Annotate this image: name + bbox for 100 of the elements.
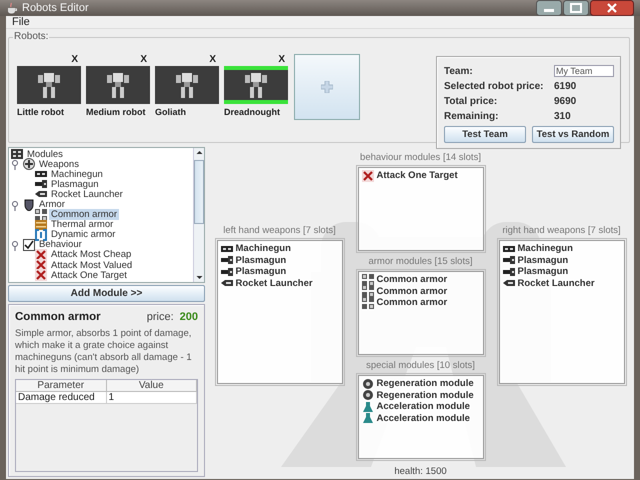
tree-category[interactable]: Weapons: [37, 158, 81, 170]
bracket-icon: [35, 228, 47, 241]
slot-group-title: behaviour modules [14 slots]: [360, 152, 481, 163]
robot-name: Medium robot: [86, 107, 146, 117]
health-value: health: 1500: [394, 466, 447, 477]
shield-icon: [23, 198, 35, 211]
table-cell: Damage reduced: [16, 392, 106, 404]
scroll-up-icon[interactable]: [194, 148, 204, 157]
tree-category[interactable]: Armor: [37, 199, 67, 210]
tree-item[interactable]: Rocket Launcher: [49, 188, 125, 200]
installed-module[interactable]: Plasmagun: [518, 254, 568, 266]
robot-drawing: [106, 71, 130, 99]
gun-icon: [220, 266, 232, 278]
module-name: Common armor: [15, 311, 102, 323]
window-title: Robots Editor: [22, 2, 89, 14]
gun-icon: [220, 254, 232, 266]
team-name-field[interactable]: My Team: [554, 65, 614, 77]
table-cell: 1: [106, 392, 197, 404]
robot-drawing: [37, 71, 61, 99]
installed-module[interactable]: Acceleration module: [376, 401, 470, 412]
installed-module[interactable]: Rocket Launcher: [236, 278, 313, 289]
installed-module[interactable]: Machinegun: [236, 243, 291, 254]
installed-module[interactable]: Attack One Target: [376, 170, 458, 182]
scroll-down-icon[interactable]: [194, 273, 204, 282]
checkbox-icon: [23, 238, 35, 251]
gear-icon: [362, 389, 374, 402]
tree-item[interactable]: Thermal armor: [49, 219, 116, 230]
installed-module[interactable]: Plasmagun: [236, 254, 286, 266]
slot-group-title: right hand weapons [7 slots]: [502, 225, 621, 236]
vertical-scrollbar[interactable]: [193, 148, 204, 282]
robot-drawing: [244, 71, 268, 99]
stat-label: Remaining:: [444, 111, 500, 122]
flask-icon: [362, 400, 374, 413]
stat-value: 9690: [554, 96, 578, 107]
tree-item[interactable]: Plasmagun: [49, 178, 101, 190]
tree-item[interactable]: Common armor: [49, 209, 119, 220]
tree-item[interactable]: Attack Most Cheap: [49, 249, 134, 260]
remove-robot-button[interactable]: X: [278, 54, 288, 66]
remove-robot-button[interactable]: X: [140, 54, 150, 66]
installed-module[interactable]: Regeneration module: [376, 378, 474, 390]
stat-label: Total price:: [444, 96, 498, 107]
stat-label: Selected robot price:: [444, 81, 544, 92]
tree-item[interactable]: Dynamic armor: [49, 229, 118, 240]
robot-drawing: [175, 71, 199, 99]
robot-name: Goliath: [155, 107, 187, 117]
installed-module[interactable]: Plasmagun: [236, 266, 286, 278]
slot-group-title: armor modules [15 slots]: [368, 256, 472, 267]
installed-module[interactable]: Plasmagun: [518, 266, 568, 278]
robot-thumbnail[interactable]: [17, 66, 81, 104]
stat-value: 6190: [554, 81, 578, 92]
minimize-button[interactable]: [536, 0, 562, 16]
installed-module[interactable]: Machinegun: [518, 243, 573, 254]
column-header: Value: [106, 380, 197, 392]
remove-robot-button[interactable]: X: [71, 54, 81, 66]
group-label: Robots:: [13, 31, 50, 42]
armor-plate-icon: [35, 218, 47, 231]
tree-category[interactable]: Behaviour: [37, 239, 84, 250]
installed-module[interactable]: Acceleration module: [376, 412, 470, 424]
price-value: 200: [180, 311, 198, 323]
installed-module[interactable]: Common armor: [376, 297, 448, 308]
installed-module[interactable]: Regeneration module: [376, 390, 474, 401]
installed-module[interactable]: Rocket Launcher: [518, 278, 595, 289]
module-description: Simple armor, absorbs 1 point of damage, which make it a grate choice against machineguns (can't absorb all damage - 1 hit point is minimum damage): [15, 328, 193, 376]
robot-name: Dreadnought: [224, 107, 281, 117]
gear-icon: [362, 378, 374, 390]
test-button[interactable]: Test Team: [444, 126, 526, 143]
tree-root[interactable]: Modules: [25, 148, 65, 160]
gun-icon: [502, 254, 514, 266]
tree-item[interactable]: Attack Most Valued: [49, 260, 134, 271]
tree-item[interactable]: Machinegun: [49, 168, 105, 180]
robot-thumbnail[interactable]: [86, 66, 150, 104]
close-button[interactable]: [590, 0, 634, 16]
installed-module[interactable]: Common armor: [376, 286, 448, 297]
remove-robot-button[interactable]: X: [209, 54, 219, 66]
java-cup-icon: [6, 2, 18, 14]
tree-item[interactable]: Attack One Target: [49, 270, 129, 281]
price-label: price:: [146, 311, 174, 323]
slot-group-title: special modules [10 slots]: [366, 360, 475, 371]
robot-thumbnail[interactable]: [224, 66, 288, 104]
column-header: Parameter: [16, 380, 106, 392]
armor-plate-icon: [362, 296, 374, 309]
team-label: Team:: [444, 66, 474, 76]
expanded-toggle-icon[interactable]: [11, 158, 21, 170]
armor-plate-icon: [362, 274, 374, 286]
installed-module[interactable]: Common armor: [376, 274, 448, 286]
grid-icon: [11, 148, 23, 160]
gun-icon: [35, 178, 47, 190]
plus-icon: [321, 81, 333, 93]
menu-item[interactable]: File: [9, 16, 33, 28]
robot-thumbnail[interactable]: [155, 66, 219, 104]
expanded-toggle-icon[interactable]: [11, 238, 21, 251]
expanded-toggle-icon[interactable]: [11, 198, 21, 211]
test-button[interactable]: Test vs Random: [532, 126, 614, 143]
gun-icon: [502, 266, 514, 278]
gun-sight-icon: [23, 158, 35, 170]
maximize-button[interactable]: [563, 0, 589, 16]
stat-value: 310: [554, 111, 572, 122]
add-module-button[interactable]: Add Module >>: [8, 285, 205, 302]
slot-group-title: left hand weapons [7 slots]: [223, 225, 336, 236]
armor-plate-icon: [362, 285, 374, 298]
